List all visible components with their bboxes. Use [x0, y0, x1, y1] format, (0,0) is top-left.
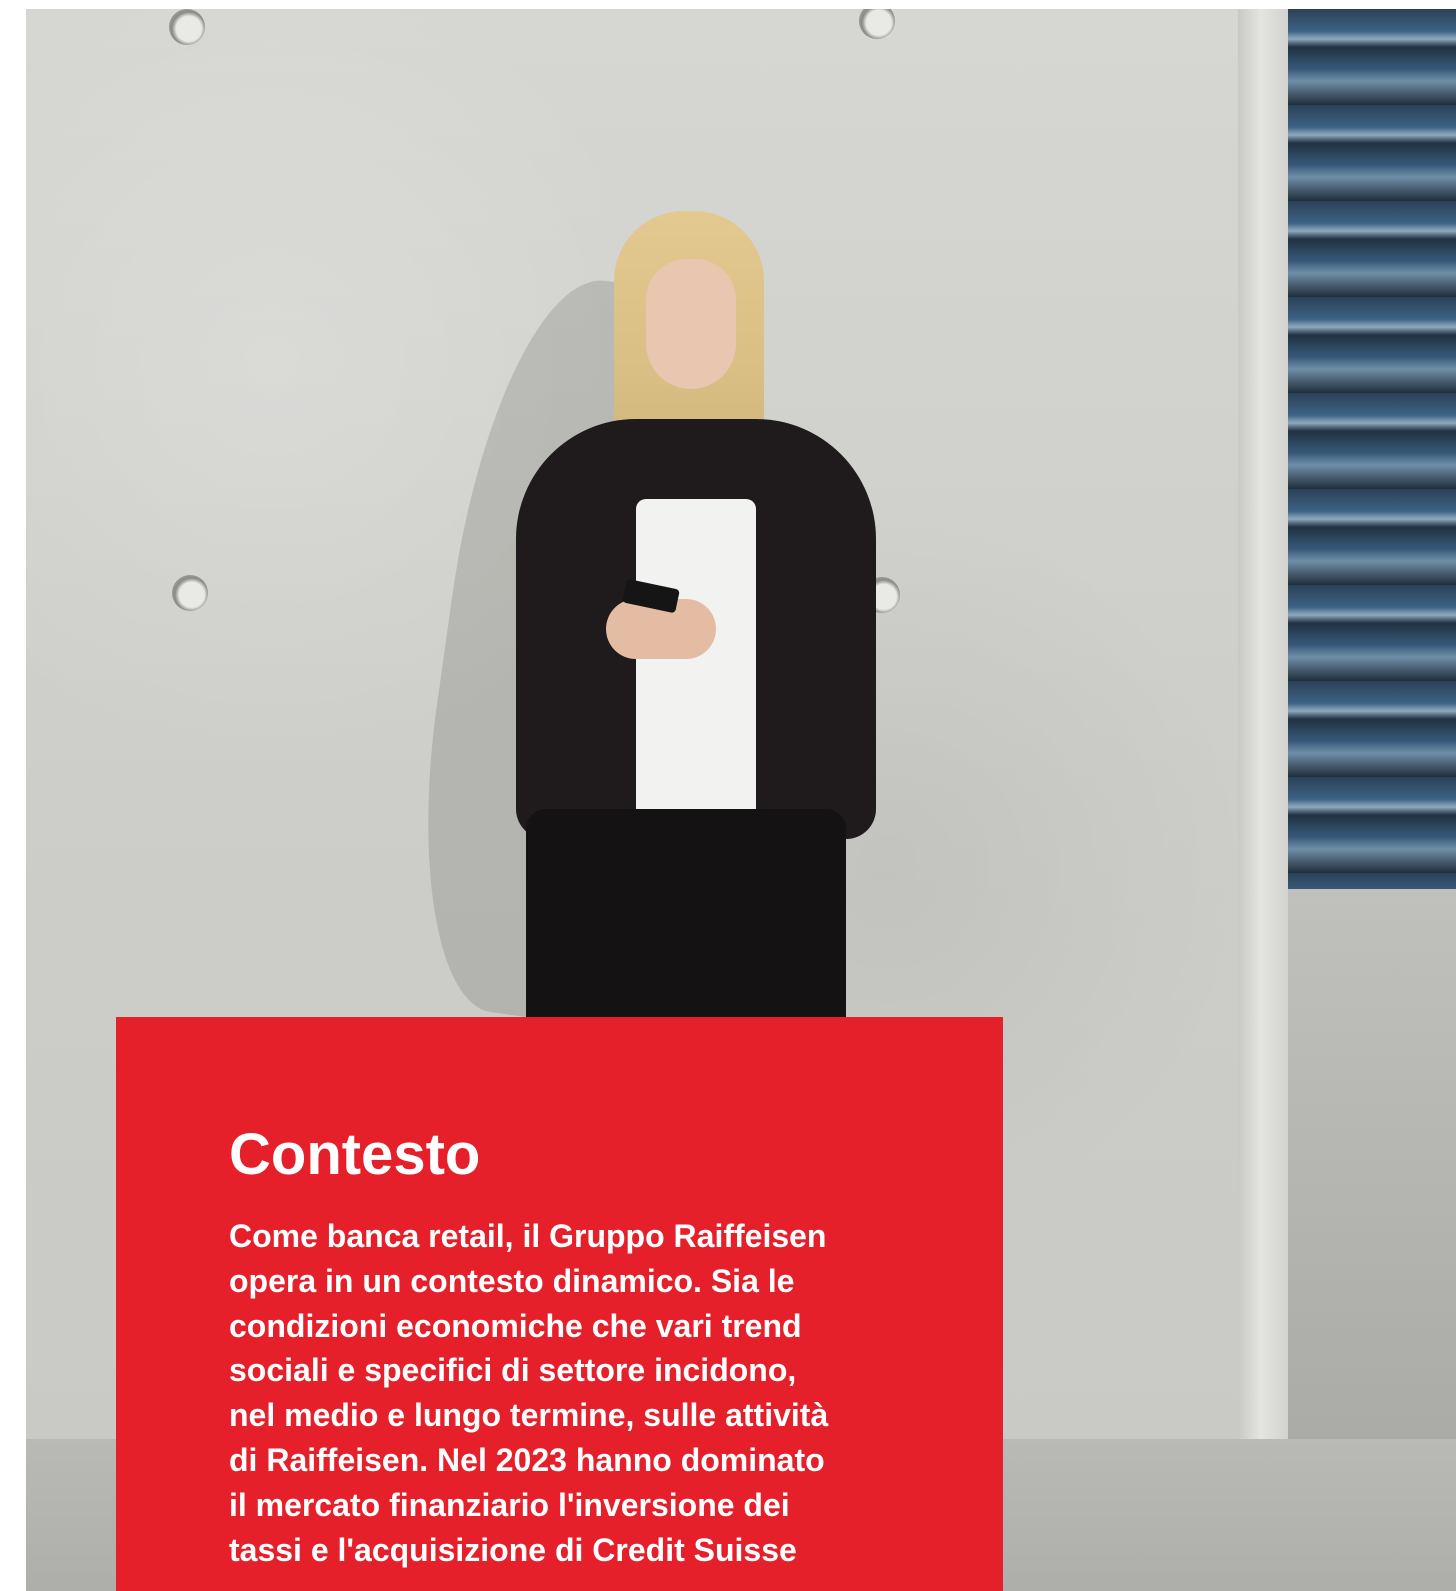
report-page: Contesto Come banca retail, il Gruppo Ra…	[0, 0, 1456, 1591]
person-shirt	[636, 499, 756, 819]
intro-line: tassi e l'acquisizione di Credit Suisse	[229, 1531, 797, 1568]
intro-line: opera in un contesto dinamico. Sia le	[229, 1262, 795, 1299]
wall-edge	[1238, 9, 1288, 1449]
wall-hole	[172, 575, 208, 611]
section-title: Contesto	[229, 1122, 481, 1187]
intro-line: sociali e specifici di settore incidono,	[229, 1352, 797, 1389]
side-walkway	[1288, 889, 1456, 1449]
person-legs	[526, 809, 846, 1039]
intro-line: Come banca retail, il Gruppo Raiffeisen	[229, 1218, 827, 1254]
window-blinds	[1288, 9, 1456, 889]
section-intro: Come banca retail, il Gruppo Raiffeisen …	[229, 1214, 929, 1572]
intro-line: il mercato finanziario l'inversione dei	[229, 1486, 790, 1523]
intro-line: condizioni economiche che vari trend	[229, 1307, 802, 1344]
wall-hole	[169, 9, 205, 45]
person-face	[646, 259, 736, 389]
intro-line: di Raiffeisen. Nel 2023 hanno dominato	[229, 1441, 825, 1478]
intro-line: nel medio e lungo termine, sulle attivit…	[229, 1397, 829, 1434]
